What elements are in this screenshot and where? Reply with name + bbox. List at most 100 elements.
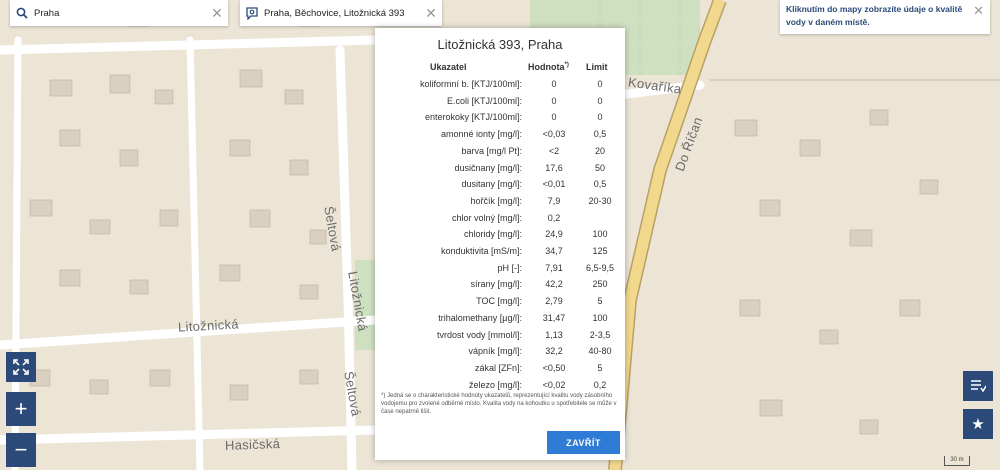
indicator-name: pH [-]: bbox=[497, 262, 522, 273]
clear-address-icon[interactable]: ✕ bbox=[420, 5, 442, 22]
header-indicator: Ukazatel bbox=[430, 62, 467, 72]
indicator-value: 2,79 bbox=[545, 296, 563, 307]
favorites-button[interactable]: ★ bbox=[963, 409, 993, 439]
indicator-value: 32,2 bbox=[545, 346, 563, 357]
indicator-name: vápník [mg/l]: bbox=[468, 346, 522, 357]
table-row: amonné ionty [mg/l]: <0,03 0,5 bbox=[375, 129, 625, 146]
indicator-value: 7,9 bbox=[547, 195, 561, 206]
search-icon bbox=[10, 7, 34, 19]
indicator-name: železo [mg/l]: bbox=[468, 379, 522, 390]
close-info-icon[interactable]: ✕ bbox=[973, 4, 984, 17]
table-row: trihalomethany [µg/l]: 31,47 100 bbox=[375, 313, 625, 330]
indicator-value: <2 bbox=[548, 145, 560, 156]
indicator-name: E.coli [KTJ/100ml]: bbox=[446, 95, 522, 106]
indicator-value: <0,50 bbox=[542, 362, 566, 373]
indicator-name: koliformní b. [KTJ/100ml]: bbox=[419, 79, 522, 89]
indicator-name: trihalomethany [µg/l]: bbox=[438, 312, 522, 323]
fullscreen-icon bbox=[13, 359, 29, 375]
indicator-value: <0,01 bbox=[542, 179, 566, 190]
indicator-name: tvrdost vody [mmol/l]: bbox=[436, 329, 522, 340]
header-value-label: Hodnota bbox=[528, 62, 565, 72]
street-label-litoznicka: Litožnická bbox=[177, 316, 240, 335]
table-row: pH [-]: 7,91 6,5-9,5 bbox=[375, 263, 625, 280]
table-row: TOC [mg/l]: 2,79 5 bbox=[375, 296, 625, 313]
table-row: enterokoky [KTJ/100ml]: 0 0 bbox=[375, 112, 625, 129]
close-button[interactable]: ZAVŘÍT bbox=[547, 431, 620, 454]
indicator-limit: 5 bbox=[597, 362, 603, 373]
indicator-limit: 0 bbox=[597, 79, 603, 89]
indicator-limit: 250 bbox=[592, 279, 608, 290]
water-quality-dialog: Litožnická 393, Praha Ukazatel Hodnota*)… bbox=[375, 28, 625, 460]
table-row: chloridy [mg/l]: 24,9 100 bbox=[375, 229, 625, 246]
indicator-value: 7,91 bbox=[545, 262, 563, 273]
indicator-limit: 100 bbox=[592, 312, 608, 323]
table-row: tvrdost vody [mmol/l]: 1,13 2-3,5 bbox=[375, 330, 625, 347]
table-row: sírany [mg/l]: 42,2 250 bbox=[375, 279, 625, 296]
indicator-limit: 0 bbox=[597, 95, 603, 106]
star-icon: ★ bbox=[971, 416, 985, 433]
location-search-icon bbox=[240, 6, 264, 20]
address-value: Praha, Běchovice, Litožnická 393 bbox=[264, 7, 405, 19]
indicator-limit: 20 bbox=[594, 145, 605, 156]
header-limit: Limit bbox=[586, 62, 608, 72]
table-row: konduktivita [mS/m]: 34,7 125 bbox=[375, 246, 625, 263]
indicator-value: <0,02 bbox=[542, 379, 566, 390]
table-row: dusitany [mg/l]: <0,01 0,5 bbox=[375, 179, 625, 196]
indicator-limit: 0,5 bbox=[593, 179, 607, 190]
info-hint-text: Kliknutím do mapy zobrazíte údaje o kval… bbox=[786, 4, 963, 27]
table-row: koliformní b. [KTJ/100ml]: 0 0 bbox=[375, 79, 625, 96]
indicator-limit: 0,5 bbox=[593, 129, 607, 140]
indicator-limit: 2-3,5 bbox=[589, 329, 611, 340]
indicator-value: <0,03 bbox=[542, 129, 566, 140]
indicator-name: dusitany [mg/l]: bbox=[461, 179, 522, 190]
indicator-value: 0 bbox=[551, 79, 557, 89]
search-input-box[interactable]: Praha ✕ bbox=[10, 0, 228, 26]
clear-search-icon[interactable]: ✕ bbox=[206, 5, 228, 22]
indicator-name: konduktivita [mS/m]: bbox=[440, 246, 522, 256]
zoom-in-button[interactable]: + bbox=[6, 392, 36, 426]
table-row: zákal [ZFn]: <0,50 5 bbox=[375, 363, 625, 380]
legend-button[interactable] bbox=[963, 371, 993, 401]
zoom-out-button[interactable]: − bbox=[6, 433, 36, 467]
indicator-limit: 0,2 bbox=[593, 379, 607, 390]
indicator-name: TOC [mg/l]: bbox=[476, 296, 522, 307]
street-label-hasicska: Hasičská bbox=[224, 436, 281, 453]
info-hint-box: Kliknutím do mapy zobrazíte údaje o kval… bbox=[780, 0, 990, 34]
indicator-name: enterokoky [KTJ/100ml]: bbox=[424, 112, 522, 123]
indicator-name: dusičnany [mg/l]: bbox=[454, 162, 522, 173]
indicator-name: barva [mg/l Pt]: bbox=[461, 145, 522, 156]
list-icon bbox=[971, 380, 986, 393]
indicator-value: 31,47 bbox=[542, 312, 566, 323]
indicator-limit: 50 bbox=[594, 162, 605, 173]
indicator-name: sírany [mg/l]: bbox=[470, 279, 522, 290]
indicator-name: zákal [ZFn]: bbox=[474, 362, 522, 373]
table-row: E.coli [KTJ/100ml]: 0 0 bbox=[375, 96, 625, 113]
search-input-value[interactable]: Praha bbox=[34, 8, 206, 19]
table-row: barva [mg/l Pt]: <2 20 bbox=[375, 146, 625, 163]
indicator-limit: 100 bbox=[592, 229, 608, 240]
indicator-name: amonné ionty [mg/l]: bbox=[440, 129, 522, 140]
table-row: chlor volný [mg/l]: 0,2 bbox=[375, 213, 625, 230]
table-row: dusičnany [mg/l]: 17,6 50 bbox=[375, 163, 625, 180]
indicator-name: chloridy [mg/l]: bbox=[463, 229, 522, 240]
header-value-mark: *) bbox=[564, 62, 569, 68]
map-scale: 30 m bbox=[944, 456, 970, 466]
indicator-value: 42,2 bbox=[545, 279, 563, 290]
indicator-value: 24,9 bbox=[545, 229, 563, 240]
indicator-limit: 0 bbox=[597, 112, 603, 123]
indicator-value: 17,6 bbox=[545, 162, 563, 173]
indicator-limit: 6,5-9,5 bbox=[585, 262, 615, 273]
indicator-value: 0 bbox=[551, 95, 557, 106]
indicator-value: 1,13 bbox=[545, 329, 563, 340]
dialog-footnote: *) Jedná se o charakteristické hodnoty u… bbox=[381, 393, 617, 415]
fullscreen-button[interactable] bbox=[6, 352, 36, 382]
address-box[interactable]: Praha, Běchovice, Litožnická 393 ✕ bbox=[240, 0, 442, 26]
indicator-value: 0 bbox=[551, 112, 557, 123]
table-row: hořčík [mg/l]: 7,9 20-30 bbox=[375, 196, 625, 213]
indicator-limit: 40-80 bbox=[588, 346, 612, 357]
header-value: Hodnota*) bbox=[528, 62, 569, 72]
indicator-value: 0,2 bbox=[547, 212, 561, 223]
indicator-limit: 5 bbox=[597, 296, 603, 307]
dialog-title: Litožnická 393, Praha bbox=[437, 37, 563, 52]
indicator-value: 34,7 bbox=[545, 246, 563, 256]
